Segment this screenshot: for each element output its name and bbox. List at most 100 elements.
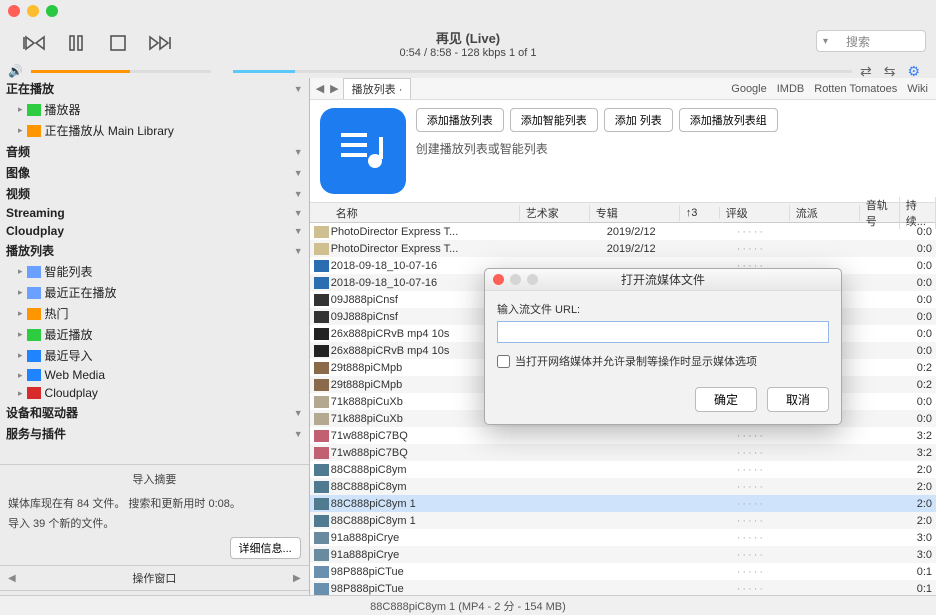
close-window[interactable] xyxy=(8,5,20,17)
row-thumbnail xyxy=(314,345,329,357)
pause-button[interactable] xyxy=(64,31,88,55)
prev-track-button[interactable] xyxy=(22,31,46,55)
detail-button[interactable]: 详细信息... xyxy=(230,537,301,559)
external-link[interactable]: Rotten Tomatoes xyxy=(814,83,897,95)
table-row[interactable]: PhotoDirector Express T...2019/2/12·····… xyxy=(310,240,936,257)
volume-slider[interactable] xyxy=(31,70,211,73)
sidebar-item[interactable]: ▸智能列表 xyxy=(0,261,309,282)
sidebar-item[interactable]: ▸最近播放 xyxy=(0,324,309,345)
col-date[interactable]: ↑3 xyxy=(680,207,720,219)
table-row[interactable]: 88C888piC8ym 1·····2:0 xyxy=(310,512,936,529)
sidebar: 正在播放▼▸播放器▸正在播放从 Main Library音频▼图像▼视频▼Str… xyxy=(0,78,310,615)
col-name[interactable]: 名称 xyxy=(330,205,520,221)
cell-duration: 2:0 xyxy=(917,464,936,476)
cell-name: 88C888piC8ym xyxy=(331,464,537,476)
row-thumbnail xyxy=(314,583,329,595)
sidebar-item[interactable]: ▸Cloudplay xyxy=(0,384,309,402)
header-action-button[interactable]: 添加智能列表 xyxy=(510,108,598,132)
sidebar-category[interactable]: 播放列表▼ xyxy=(0,240,309,261)
cell-duration: 0:0 xyxy=(917,413,936,425)
sidebar-category[interactable]: 视频▼ xyxy=(0,183,309,204)
back-icon[interactable]: ◀ xyxy=(316,82,324,95)
table-row[interactable]: 88C888piC8ym·····2:0 xyxy=(310,461,936,478)
table-row[interactable]: 88C888piC8ym·····2:0 xyxy=(310,478,936,495)
sidebar-category[interactable]: 音频▼ xyxy=(0,141,309,162)
gear-icon[interactable]: ⚙ xyxy=(907,63,920,80)
zoom-window[interactable] xyxy=(46,5,58,17)
table-row[interactable]: 91a888piCrye·····3:0 xyxy=(310,529,936,546)
table-row[interactable]: 88C888piC8ym 1 ····· 2:0 xyxy=(310,495,936,512)
sidebar-category[interactable]: 图像▼ xyxy=(0,162,309,183)
forward-icon[interactable]: ▶ xyxy=(330,82,338,95)
external-link[interactable]: IMDB xyxy=(777,83,805,95)
external-link[interactable]: Google xyxy=(731,83,766,95)
chevron-left-icon[interactable]: ◀ xyxy=(4,573,20,584)
cell-rating: ····· xyxy=(737,549,807,561)
row-thumbnail xyxy=(314,328,329,340)
col-artist[interactable]: 艺术家 xyxy=(520,205,590,221)
sidebar-category[interactable]: 正在播放▼ xyxy=(0,78,309,99)
sidebar-category[interactable]: 服务与插件▼ xyxy=(0,423,309,444)
cell-duration: 0:2 xyxy=(917,379,936,391)
table-row[interactable]: 71w888piC7BQ·····3:2 xyxy=(310,427,936,444)
table-row[interactable]: PhotoDirector Express T...2019/2/12·····… xyxy=(310,223,936,240)
url-input[interactable] xyxy=(497,321,829,343)
progress-row: 🔊 ⇄ ⇆ ⚙ xyxy=(0,64,936,78)
ops-window-label: 操作窗口 xyxy=(132,570,176,586)
show-options-checkbox[interactable]: 当打开网络媒体并允许录制等操作时显示媒体选项 xyxy=(497,353,829,369)
col-album[interactable]: 专辑 xyxy=(590,205,680,221)
breadcrumb-tab[interactable]: 播放列表 · xyxy=(343,78,412,99)
cell-rating: ····· xyxy=(737,226,807,238)
table-row[interactable]: 91a888piCrye·····3:0 xyxy=(310,546,936,563)
col-genre[interactable]: 流派 xyxy=(790,205,860,221)
sidebar-item[interactable]: ▸最近导入 xyxy=(0,345,309,366)
sidebar-item[interactable]: ▸最近正在播放 xyxy=(0,282,309,303)
cell-duration: 0:0 xyxy=(917,277,936,289)
cell-name: 88C888piC8ym 1 xyxy=(331,498,537,510)
table-row[interactable]: 71w888piC7BQ·····3:2 xyxy=(310,444,936,461)
ok-button[interactable]: 确定 xyxy=(695,387,757,412)
cell-duration: 2:0 xyxy=(917,498,936,510)
summary-title: 导入摘要 xyxy=(8,471,301,487)
row-thumbnail xyxy=(314,413,329,425)
cell-rating: ····· xyxy=(737,515,807,527)
import-summary: 导入摘要 媒体库现在有 84 文件。 搜索和更新用时 0:08。 导入 39 个… xyxy=(0,464,309,565)
cell-rating: ····· xyxy=(737,532,807,544)
sidebar-item[interactable]: ▸播放器 xyxy=(0,99,309,120)
seek-bar[interactable] xyxy=(233,70,852,73)
search-input[interactable]: ▾ 搜索 xyxy=(816,30,926,52)
cell-rating: ····· xyxy=(737,498,807,510)
cancel-button[interactable]: 取消 xyxy=(767,387,829,412)
search-placeholder: 搜索 xyxy=(846,33,870,50)
cell-name: 91a888piCrye xyxy=(331,549,537,561)
col-rating[interactable]: 评级 xyxy=(720,205,790,221)
header-action-button[interactable]: 添加播放列表组 xyxy=(679,108,778,132)
volume-icon[interactable]: 🔊 xyxy=(8,64,23,78)
header-action-button[interactable]: 添加 列表 xyxy=(604,108,673,132)
row-thumbnail xyxy=(314,311,329,323)
table-row[interactable]: 98P888piCTue·····0:1 xyxy=(310,563,936,580)
checkbox-input[interactable] xyxy=(497,355,510,368)
sidebar-category[interactable]: Cloudplay▼ xyxy=(0,222,309,240)
cell-name: 98P888piCTue xyxy=(331,583,537,595)
shuffle-icon[interactable]: ⇄ xyxy=(860,63,872,80)
row-thumbnail xyxy=(314,226,329,238)
ops-window-row[interactable]: ◀ 操作窗口 ▶ xyxy=(0,565,309,590)
minimize-window[interactable] xyxy=(27,5,39,17)
sidebar-category[interactable]: Streaming▼ xyxy=(0,204,309,222)
sidebar-category[interactable]: 设备和驱动器▼ xyxy=(0,402,309,423)
chevron-right-icon[interactable]: ▶ xyxy=(289,573,305,584)
repeat-icon[interactable]: ⇆ xyxy=(884,63,896,80)
cell-name: 98P888piCTue xyxy=(331,566,537,578)
sidebar-item[interactable]: ▸热门 xyxy=(0,303,309,324)
dialog-close[interactable] xyxy=(493,274,504,285)
sidebar-item[interactable]: ▸正在播放从 Main Library xyxy=(0,120,309,141)
summary-line1: 媒体库现在有 84 文件。 搜索和更新用时 0:08。 xyxy=(8,493,301,513)
external-link[interactable]: Wiki xyxy=(907,83,928,95)
next-track-button[interactable] xyxy=(148,31,172,55)
stop-button[interactable] xyxy=(106,31,130,55)
header-action-button[interactable]: 添加播放列表 xyxy=(416,108,504,132)
cell-duration: 0:0 xyxy=(917,345,936,357)
sidebar-item[interactable]: ▸Web Media xyxy=(0,366,309,384)
track-meta: 0:54 / 8:58 - 128 kbps 1 of 1 xyxy=(400,47,537,59)
